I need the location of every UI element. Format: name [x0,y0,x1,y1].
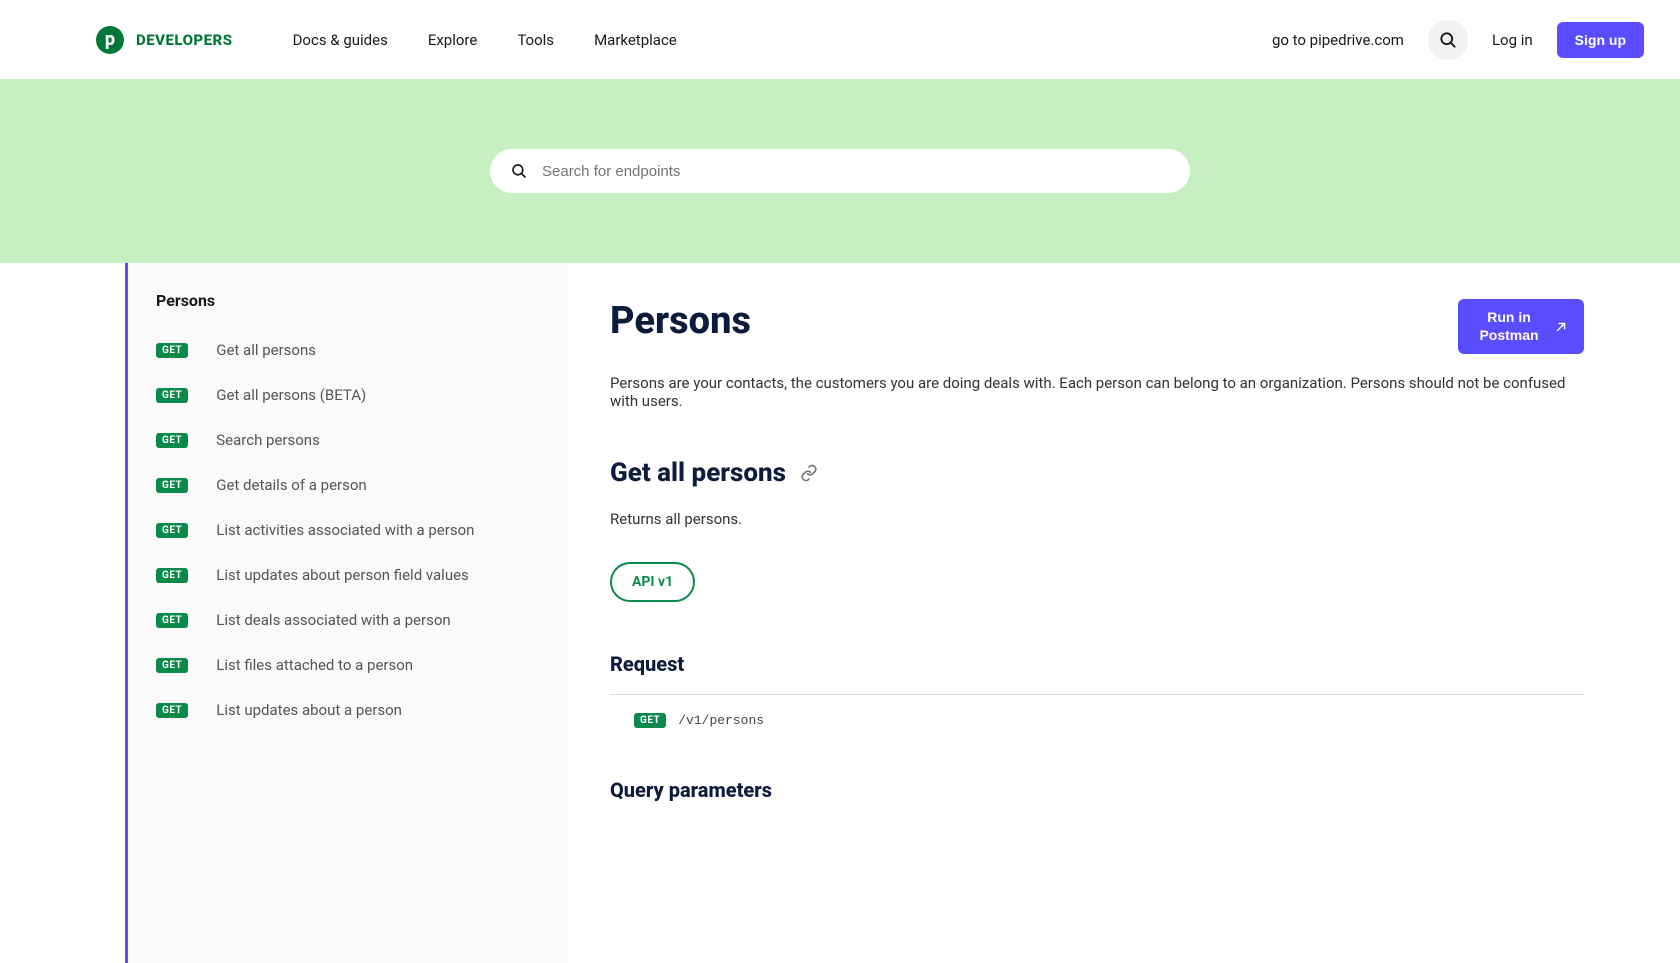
anchor-link-icon[interactable] [800,464,818,482]
method-badge: GET [156,658,188,673]
brand-logo-icon: p [96,26,124,54]
page-title: Persons [610,299,751,343]
primary-nav: Docs & guides Explore Tools Marketplace [293,31,677,49]
method-badge: GET [156,568,188,583]
nav-right: go to pipedrive.com Log in Sign up [1272,20,1644,60]
brand-text: DEVELOPERS [136,31,233,49]
method-badge: GET [156,343,188,358]
method-badge: GET [634,713,666,728]
query-params-heading: Query parameters [610,778,1584,802]
postman-label: Run in Postman [1474,309,1544,344]
top-nav: p DEVELOPERS Docs & guides Explore Tools… [0,0,1680,79]
sidebar-item-label: Get all persons (BETA) [216,385,366,406]
request-path: /v1/persons [678,713,764,728]
sidebar-item[interactable]: GET List files attached to a person [156,643,540,688]
sidebar: Persons GET Get all persons GET Get all pe… [125,263,568,963]
api-version-pill[interactable]: API v1 [610,562,695,602]
sidebar-item[interactable]: GET List updates about a person [156,688,540,733]
endpoint-search-input[interactable] [542,163,1170,180]
sidebar-item[interactable]: GET List deals associated with a person [156,598,540,643]
method-badge: GET [156,613,188,628]
hero [0,79,1680,263]
request-line: GET /v1/persons [634,713,1584,728]
sidebar-item-label: List files attached to a person [216,655,413,676]
sidebar-item[interactable]: GET List updates about person field value… [156,553,540,598]
sidebar-item[interactable]: GET List activities associated with a per… [156,508,540,553]
external-link-icon [1554,320,1568,334]
login-link[interactable]: Log in [1492,31,1533,49]
link-goto-main-site[interactable]: go to pipedrive.com [1272,31,1404,49]
run-in-postman-button[interactable]: Run in Postman [1458,299,1584,354]
signup-button[interactable]: Sign up [1557,22,1644,58]
page-description: Persons are your contacts, the customers… [610,374,1584,410]
sidebar-item[interactable]: GET Get all persons [156,328,540,373]
nav-docs-guides[interactable]: Docs & guides [293,31,388,49]
sidebar-item[interactable]: GET Get all persons (BETA) [156,373,540,418]
section-description: Returns all persons. [610,510,1584,528]
section-title-text: Get all persons [610,458,786,488]
sidebar-item-label: Search persons [216,430,320,451]
method-badge: GET [156,478,188,493]
sidebar-item-label: Get all persons [216,340,316,361]
method-badge: GET [156,388,188,403]
sidebar-item[interactable]: GET Get details of a person [156,463,540,508]
sidebar-list: GET Get all persons GET Get all persons (B… [156,328,540,733]
nav-tools[interactable]: Tools [517,31,554,49]
sidebar-item-label: List activities associated with a person [216,520,474,541]
sidebar-item-label: List updates about a person [216,700,402,721]
nav-explore[interactable]: Explore [428,31,478,49]
search-button[interactable] [1428,20,1468,60]
brand[interactable]: p DEVELOPERS [96,26,233,54]
section-title: Get all persons [610,458,1584,488]
sidebar-item[interactable]: GET Search persons [156,418,540,463]
sidebar-item-label: List deals associated with a person [216,610,450,631]
method-badge: GET [156,433,188,448]
sidebar-group-title: Persons [156,291,540,310]
sidebar-item-label: List updates about person field values [216,565,469,586]
search-icon [510,162,528,180]
request-heading: Request [610,652,1584,676]
method-badge: GET [156,703,188,718]
search-icon [1438,30,1458,50]
main-content: Persons Run in Postman Persons are your … [568,263,1680,963]
nav-marketplace[interactable]: Marketplace [594,31,677,49]
sidebar-item-label: Get details of a person [216,475,366,496]
method-badge: GET [156,523,188,538]
divider [610,694,1584,695]
endpoint-search[interactable] [490,149,1190,193]
